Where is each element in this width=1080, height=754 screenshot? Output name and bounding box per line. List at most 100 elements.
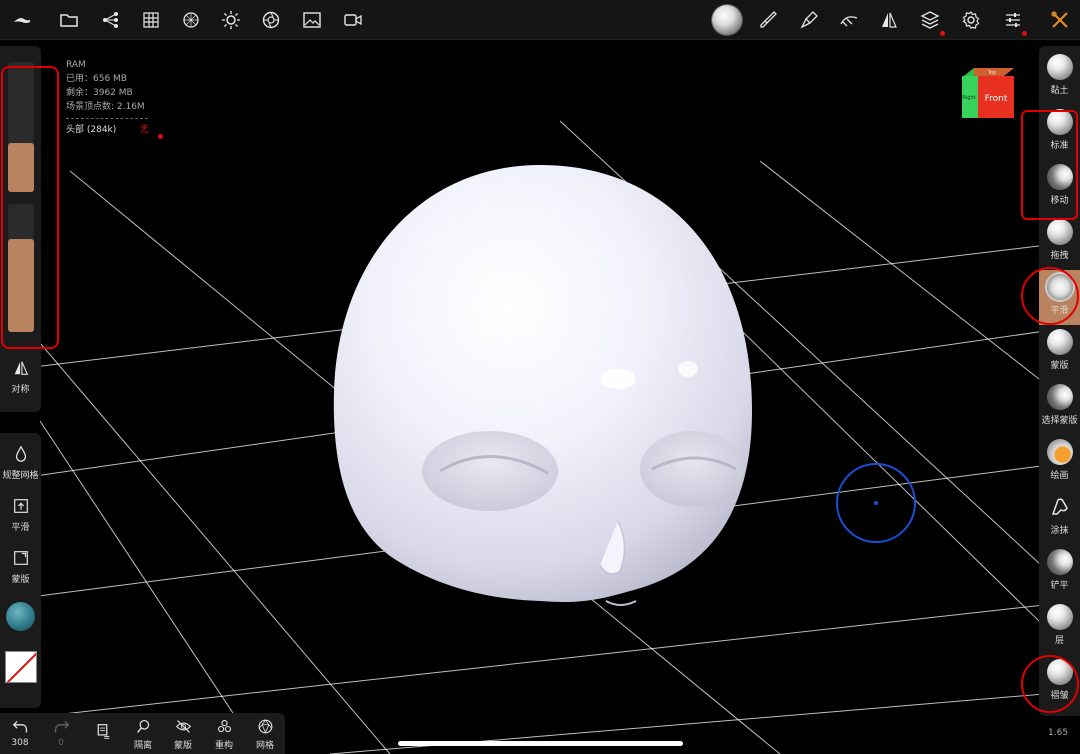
tool-6-icon: [1046, 329, 1073, 355]
tool-label: 拖拽: [1050, 251, 1069, 261]
symmetry-icon[interactable]: [875, 6, 903, 34]
scene-tree-icon[interactable]: [97, 6, 125, 34]
zoom-level: 1.65: [1048, 728, 1069, 738]
tool-11-icon: [1046, 604, 1073, 630]
tool-1[interactable]: 黏土: [1039, 50, 1080, 105]
home-indicator: [398, 741, 683, 746]
document-stack-icon: [92, 721, 112, 741]
tools-cross-icon[interactable]: [1046, 6, 1074, 34]
tool-label: 层: [1054, 636, 1064, 646]
color-swatch-none[interactable]: [5, 651, 37, 683]
settings-status-dot: [1022, 31, 1027, 36]
cube-side-label: Right: [962, 95, 975, 101]
undo-button[interactable]: 308: [0, 716, 40, 748]
tool-10[interactable]: 铲平: [1039, 545, 1080, 600]
mesh-state: 无: [140, 125, 150, 135]
camera-aperture-icon[interactable]: [257, 6, 285, 34]
grid-icon[interactable]: [137, 6, 165, 34]
bottom-mask-label: 蒙版: [173, 741, 192, 751]
view-orientation-cube[interactable]: Front Top Right: [958, 64, 1016, 122]
ram-label: RAM: [66, 60, 86, 70]
tool-10-icon: [1046, 549, 1073, 575]
scene-info-panel: RAM 已用：656 MB 剩余：3962 MB 场景顶点数: 2.16M 头部…: [66, 58, 163, 139]
tool-label: 黏土: [1050, 86, 1069, 96]
mesh-label: 网格: [255, 741, 274, 751]
undo-icon: [10, 716, 30, 736]
scene-vertex-count: 场景顶点数: 2.16M: [66, 102, 145, 112]
hidden-eye-icon: [173, 716, 193, 736]
redo-button[interactable]: 0: [41, 716, 81, 748]
tool-label: 绘画: [1050, 471, 1069, 481]
isolate-button[interactable]: 隔离: [123, 716, 163, 751]
light-icon[interactable]: [217, 6, 245, 34]
ram-free: 剩余：3962 MB: [66, 88, 133, 98]
tool-label: 蒙版: [1050, 361, 1069, 371]
tool-9-icon: [1047, 494, 1073, 520]
info-separator: [66, 118, 148, 119]
cube-front-label: Front: [985, 94, 1008, 104]
isolate-label: 隔离: [133, 741, 152, 751]
tool-7-icon: [1046, 384, 1073, 410]
tool-4-icon: [1046, 219, 1073, 245]
layers-icon[interactable]: [916, 6, 944, 34]
bottom-mask-button[interactable]: 蒙版: [163, 716, 203, 751]
settings-gear-icon[interactable]: [957, 6, 985, 34]
tool-7[interactable]: 选择蒙版: [1039, 380, 1080, 435]
undo-count: 308: [11, 738, 29, 748]
symmetry-label: 对称: [11, 385, 30, 395]
rebuild-cubes-icon: [214, 716, 234, 736]
tool-8-icon: [1046, 439, 1073, 465]
smooth-upload-icon: [10, 495, 32, 517]
mask-button[interactable]: 蒙版: [0, 547, 41, 585]
redo-count: 0: [58, 738, 64, 748]
layers-status-dot: [940, 31, 945, 36]
mesh-status-dot: [158, 134, 163, 139]
annotation-box-standard-move: [1021, 110, 1078, 220]
tool-label: 涂抹: [1050, 526, 1069, 536]
3d-viewport[interactable]: [0, 41, 1080, 754]
sliders-icon[interactable]: [999, 6, 1027, 34]
top-toolbar: [0, 0, 1080, 40]
mesh-button[interactable]: 网格: [245, 716, 285, 751]
redo-icon: [51, 716, 71, 736]
bottom-toolbar: 308 0 隔离 蒙版 重构 网格: [0, 713, 285, 754]
mesh-name: 头部 (284k): [66, 125, 117, 135]
remesh-label: 规整网格: [2, 471, 39, 481]
tool-8[interactable]: 绘画: [1039, 435, 1080, 490]
material-color-ball[interactable]: [6, 602, 35, 631]
droplet-icon: [10, 443, 32, 465]
symmetry-toggle[interactable]: 对称: [0, 357, 41, 395]
rebuild-label: 重构: [214, 741, 233, 751]
tool-9[interactable]: 涂抹: [1039, 490, 1080, 545]
history-button[interactable]: [82, 721, 122, 743]
magnifier-icon: [133, 716, 153, 736]
smooth-button[interactable]: 平滑: [0, 495, 41, 533]
app-logo-icon[interactable]: [8, 6, 36, 34]
video-icon[interactable]: [339, 6, 367, 34]
tool-4[interactable]: 拖拽: [1039, 215, 1080, 270]
tool-label: 铲平: [1050, 581, 1069, 591]
annotation-circle-smooth: [1021, 267, 1079, 325]
tool-label: 选择蒙版: [1041, 416, 1078, 426]
folder-icon[interactable]: [55, 6, 83, 34]
tool-6[interactable]: 蒙版: [1039, 325, 1080, 380]
paint-icon[interactable]: [795, 6, 823, 34]
stroke-icon[interactable]: [835, 6, 863, 34]
mesh-row[interactable]: 头部 (284k) 无: [66, 123, 150, 137]
mask-corner-icon: [10, 547, 32, 569]
topology-icon[interactable]: [177, 6, 205, 34]
brush-cursor-ring: [836, 463, 916, 543]
cube-top-label: Top: [987, 70, 996, 76]
matcap-preview-icon[interactable]: [712, 5, 742, 35]
brush-icon[interactable]: [754, 6, 782, 34]
annotation-circle-crease: [1021, 655, 1079, 713]
rebuild-button[interactable]: 重构: [204, 716, 244, 751]
tool-11[interactable]: 层: [1039, 600, 1080, 655]
annotation-box-left-sliders: [1, 66, 59, 349]
mesh-polyhedron-icon: [255, 716, 275, 736]
image-icon[interactable]: [298, 6, 326, 34]
mask-label: 蒙版: [11, 575, 30, 585]
sculpt-head-model[interactable]: [300, 151, 780, 621]
tool-1-icon: [1046, 54, 1073, 80]
remesh-button[interactable]: 规整网格: [0, 443, 41, 481]
